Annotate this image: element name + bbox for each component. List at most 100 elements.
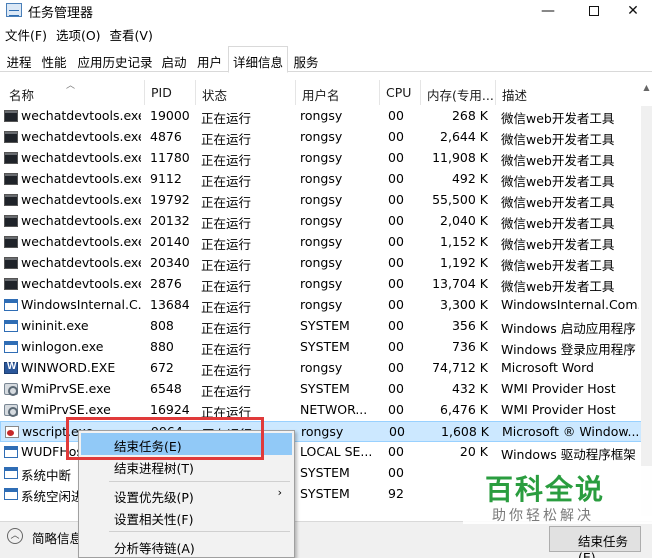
process-pid: 20140 (150, 234, 190, 249)
process-description: 微信web开发者工具 (501, 279, 615, 294)
process-cpu: 00 (388, 255, 404, 270)
table-row[interactable]: wechatdevtools.exe 11780 正在运行 rongsy 00 11,90… (0, 148, 652, 169)
watermark-subtitle: 助你轻松解决 (492, 508, 594, 524)
tab-users[interactable]: 用户 (193, 48, 226, 72)
process-description: WindowsInternal.Com... (501, 297, 639, 312)
table-row[interactable]: WindowsInternal.C... 13684 正在运行 rongsy 00 3,3… (0, 295, 652, 316)
process-status: 正在运行 (201, 342, 252, 357)
process-name: wechatdevtools.exe (21, 213, 141, 228)
process-name: wechatdevtools.exe (21, 234, 141, 249)
process-pid: 9112 (150, 171, 182, 186)
menu-options[interactable]: 选项(O) (51, 22, 105, 44)
window-icon (4, 299, 18, 311)
process-user: rongsy (300, 213, 343, 228)
process-status: 正在运行 (201, 384, 252, 399)
process-pid: 13684 (150, 297, 190, 312)
process-cpu: 00 (388, 465, 404, 480)
end-task-button[interactable]: 结束任务(E) (549, 526, 641, 558)
process-description: WMI Provider Host (501, 381, 616, 396)
process-pid: 808 (150, 318, 174, 333)
process-status: 正在运行 (201, 195, 252, 210)
process-user: rongsy (300, 360, 343, 375)
table-row[interactable]: wechatdevtools.exe 4876 正在运行 rongsy 00 2,644 … (0, 127, 652, 148)
menu-set-priority[interactable]: 设置优先级(P) › (81, 484, 292, 506)
title-bar: 任务管理器 — ✕ (0, 0, 652, 22)
process-pid: 672 (150, 360, 174, 375)
table-row[interactable]: WINWORD.EXE 672 正在运行 rongsy 00 74,712 K Micros… (0, 358, 652, 379)
column-pid[interactable]: PID (144, 80, 195, 105)
tab-strip: 进程 性能 应用历史记录 启动 用户 详细信息 服务 (0, 46, 652, 73)
process-pid: 20340 (150, 255, 190, 270)
process-cpu: 00 (388, 234, 404, 249)
table-row[interactable]: wechatdevtools.exe 2876 正在运行 rongsy 00 13,704… (0, 274, 652, 295)
table-row[interactable]: WmiPrvSE.exe 6548 正在运行 SYSTEM 00 432 K WMI Pro… (0, 379, 652, 400)
process-cpu: 00 (388, 108, 404, 123)
tab-details[interactable]: 详细信息 (228, 46, 288, 73)
column-status[interactable]: 状态 (195, 80, 295, 105)
column-name[interactable]: 名称 (0, 80, 144, 105)
process-user: SYSTEM (300, 465, 350, 480)
tab-processes[interactable]: 进程 (3, 48, 35, 72)
chevron-up-icon[interactable]: ︿ (7, 528, 23, 544)
table-row[interactable]: wechatdevtools.exe 19000 正在运行 rongsy 00 268 K… (0, 106, 652, 127)
column-cpu[interactable]: CPU (379, 80, 420, 105)
process-user: SYSTEM (300, 318, 350, 333)
table-row[interactable]: wechatdevtools.exe 9112 正在运行 rongsy 00 492 K 微… (0, 169, 652, 190)
process-description: 微信web开发者工具 (501, 237, 615, 252)
process-user: rongsy (300, 255, 343, 270)
column-description[interactable]: 描述 (495, 80, 641, 105)
exe-icon (4, 110, 18, 122)
process-name: wechatdevtools.exe (21, 129, 141, 144)
exe-icon (4, 257, 18, 269)
process-status: 正在运行 (201, 279, 252, 294)
exe-icon (4, 131, 18, 143)
table-row[interactable]: wechatdevtools.exe 20140 正在运行 rongsy 00 1,152… (0, 232, 652, 253)
exe-icon (4, 152, 18, 164)
process-name: wechatdevtools.exe (21, 108, 141, 123)
process-user: rongsy (300, 108, 343, 123)
menu-analyze-wait-chain[interactable]: 分析等待链(A) (81, 535, 292, 557)
table-row[interactable]: wechatdevtools.exe 19792 正在运行 rongsy 00 55,50… (0, 190, 652, 211)
vertical-scrollbar[interactable] (641, 106, 652, 516)
script-icon (5, 426, 19, 438)
table-row[interactable]: winlogon.exe 880 正在运行 SYSTEM 00 736 K Windows … (0, 337, 652, 358)
process-cpu: 00 (388, 339, 404, 354)
tab-startup[interactable]: 启动 (158, 48, 190, 72)
word-icon (4, 361, 18, 374)
process-cpu: 00 (388, 276, 404, 291)
table-row[interactable]: wechatdevtools.exe 20132 正在运行 rongsy 00 2,040… (0, 211, 652, 232)
scroll-up-icon[interactable]: ▲ (641, 83, 652, 101)
process-description: Windows 登录应用程序 (501, 342, 636, 357)
process-memory: 432 K (451, 381, 488, 396)
process-cpu: 00 (388, 171, 404, 186)
process-name: WmiPrvSE.exe (21, 402, 111, 417)
menu-view[interactable]: 查看(V) (105, 22, 157, 44)
process-pid: 2876 (150, 276, 182, 291)
menu-set-priority-label: 设置优先级(P) (114, 490, 194, 505)
process-status: 正在运行 (201, 258, 252, 273)
process-memory: 492 K (451, 171, 488, 186)
table-row[interactable]: wechatdevtools.exe 20340 正在运行 rongsy 00 1,192… (0, 253, 652, 274)
process-user: rongsy (300, 129, 343, 144)
process-user: SYSTEM (300, 381, 350, 396)
column-memory[interactable]: 内存(专用... (420, 80, 495, 105)
process-memory: 13,704 K (432, 276, 488, 291)
column-username[interactable]: 用户名 (295, 80, 379, 105)
close-button[interactable]: ✕ (614, 0, 652, 22)
process-cpu: 00 (388, 444, 404, 459)
process-memory: 6,476 K (440, 402, 488, 417)
process-user: SYSTEM (300, 486, 350, 501)
tab-services[interactable]: 服务 (290, 48, 322, 72)
process-status: 正在运行 (201, 132, 252, 147)
tab-performance[interactable]: 性能 (37, 48, 71, 72)
menu-separator (109, 531, 290, 532)
tab-app-history[interactable]: 应用历史记录 (73, 48, 157, 72)
menu-file[interactable]: 文件(F) (0, 22, 51, 44)
process-cpu: 00 (388, 381, 404, 396)
process-pid: 4876 (150, 129, 182, 144)
minimize-button[interactable]: — (525, 0, 571, 22)
maximize-button[interactable] (571, 0, 617, 22)
process-pid: 19792 (150, 192, 190, 207)
menu-set-affinity[interactable]: 设置相关性(F) (81, 506, 292, 528)
table-row[interactable]: wininit.exe 808 正在运行 SYSTEM 00 356 K Windows 启… (0, 316, 652, 337)
